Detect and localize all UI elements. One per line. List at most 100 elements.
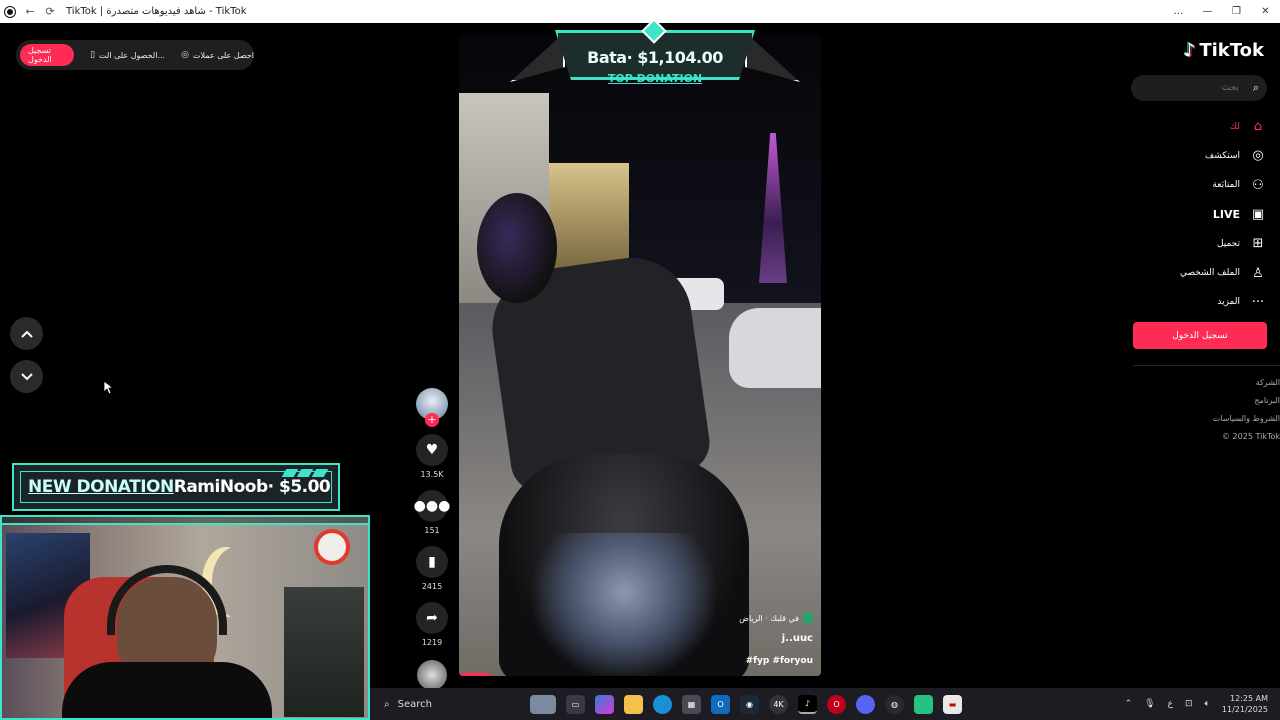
file-explorer-icon[interactable] [624,694,643,714]
top-donation-overlay: Bata· $1,104.00 TOP DONATION [510,18,800,90]
sidebar-item-label: استكشف [1204,150,1240,161]
profile-icon: ♙ [1252,265,1264,281]
volume-icon[interactable]: 🔈︎ [1204,699,1209,709]
get-app-button[interactable]: ▯ الحصول على الت... [90,50,165,60]
get-coins-label: احصل على عملات [192,50,254,60]
screen: ← ⟳ TikTok | شاهد فيديوهات متصدرة - TikT… [0,0,1280,720]
upload-icon: ⊞ [1252,236,1264,252]
sidebar-item-label: المزيد [1217,297,1240,308]
video-caption: في قلبك · الرياض j..uuc #fyp #foryou [739,613,813,666]
chevron-up-icon [20,330,33,338]
window-titlebar: ← ⟳ TikTok | شاهد فيديوهات متصدرة - TikT… [0,0,1280,23]
task-view-icon[interactable]: ▭ [566,694,585,714]
footer-link-terms[interactable]: الشروط والسياسات [1213,413,1280,431]
top-action-bar: تسجيل الدخول ▯ الحصول على الت... ◎ احصل … [16,40,254,70]
sidebar-divider [1133,365,1280,366]
more-icon: ··· [1251,294,1265,310]
clock-date: 11/21/2025 [1221,705,1268,714]
sidebar-item-more[interactable]: المزيد ··· [1217,288,1266,317]
sidebar-item-live[interactable]: LIVE ▣ [1213,200,1266,229]
edge-browser-icon[interactable] [653,694,672,714]
store-icon[interactable]: ▦ [682,694,701,714]
app-icon[interactable]: ▬ [943,694,962,714]
video-hashtags[interactable]: #fyp #foryou [739,656,813,666]
taskbar-apps: ▭ ▦ O ◉ 4K ♪ O ◍ ▬ [530,694,962,714]
new-donation-amount: RamiNoob· $5.00 [173,477,331,497]
next-video-button[interactable] [10,360,43,393]
follow-plus-icon[interactable]: + [425,413,439,427]
windows-taskbar: ⌕ Search ▭ ▦ O ◉ 4K ♪ O ◍ ▬ ⌃ 🎙︎ ع ⊡ 🔈︎ [370,688,1280,720]
search-input[interactable] [1148,83,1239,93]
like-count: 13.5K [420,470,444,479]
sidebar-menu: لك ⌂ استكشف ◎ المتابَعة ⚇ LIVE ▣ تحميل ⊞… [1180,112,1266,317]
obs-icon[interactable]: ◍ [885,694,904,714]
chevron-down-icon [20,372,33,380]
sidebar-signin-button[interactable]: تسجيل الدخول [1133,322,1267,349]
following-icon: ⚇ [1252,177,1264,193]
footer-link-company[interactable]: الشركة [1256,377,1280,395]
streamlabs-icon[interactable] [914,694,933,714]
more-menu-icon[interactable]: … [1164,0,1193,23]
share-count: 1219 [421,638,443,647]
no-smoking-sign [314,529,350,565]
location-tag[interactable]: في قلبك · الرياض [739,613,813,623]
4k-app-icon[interactable]: 4K [769,694,788,714]
language-indicator[interactable]: ع [1168,699,1173,709]
tiktok-app-icon [0,0,20,23]
home-icon: ⌂ [1253,119,1263,135]
tiktok-note-icon: ♪ [1183,40,1196,61]
sidebar-item-following[interactable]: المتابَعة ⚇ [1212,171,1266,200]
like-button[interactable]: ♥ [416,434,448,466]
video-player[interactable]: في قلبك · الرياض j..uuc #fyp #foryou [459,33,821,676]
share-button[interactable]: ➦ [416,602,448,634]
tiktok-logo[interactable]: ♪ TikTok [1184,40,1264,61]
weather-widget-icon[interactable] [530,694,556,714]
tiktok-taskbar-icon[interactable]: ♪ [798,694,817,714]
comment-button[interactable]: ●●● [413,490,451,522]
video-progress-bar[interactable] [459,673,489,676]
stripes-decoration [281,469,329,477]
minimize-icon[interactable]: — [1193,0,1222,23]
action-rail: + ♥ 13.5K ●●● 151 ▮ 2415 ➦ 1219 [414,388,450,690]
taskbar-search[interactable]: ⌕ Search [384,692,524,716]
tray-chevron-up-icon[interactable]: ⌃ [1125,699,1133,709]
opera-icon[interactable]: O [827,694,846,714]
restore-icon[interactable]: ❐ [1222,0,1251,23]
search-icon: ⌕ [384,698,390,710]
copyright-text: © 2025 TikTok [1222,432,1280,441]
taskbar-clock[interactable]: 12:25 AM 11/21/2025 [1222,693,1268,715]
sidebar-item-label: لك [1229,121,1240,132]
sidebar-item-explore[interactable]: استكشف ◎ [1205,141,1266,170]
clock-time: 12:25 AM [1230,694,1268,703]
system-tray: ⌃ 🎙︎ ع ⊡ 🔈︎ 12:25 AM 11/21/2025 [1125,688,1268,720]
location-text: في قلبك · الرياض [739,613,799,623]
sidebar-item-for-you[interactable]: لك ⌂ [1230,112,1266,141]
shelf [284,587,364,717]
close-icon[interactable]: ✕ [1251,0,1280,23]
get-coins-button[interactable]: ◎ احصل على عملات [181,50,254,60]
sidebar-item-profile[interactable]: الملف الشخصي ♙ [1180,258,1266,287]
network-icon[interactable]: ⊡ [1185,699,1193,709]
microphone-icon[interactable]: 🎙︎ [1144,699,1155,709]
comment-count: 151 [424,526,440,535]
new-donation-label: NEW DONATION [28,477,174,497]
login-button[interactable]: تسجيل الدخول [20,44,75,66]
search-bar: ⌕ [1131,75,1267,101]
mouse-cursor-icon [103,380,113,395]
outlook-icon[interactable]: O [711,694,730,714]
footer-link-program[interactable]: البرنامج [1254,395,1280,413]
reload-icon[interactable]: ⟳ [40,0,60,23]
music-disc-icon[interactable] [417,660,447,690]
search-icon[interactable]: ⌕ [1253,81,1259,95]
save-button[interactable]: ▮ [416,546,448,578]
logo-text: TikTok [1199,40,1264,61]
video-author[interactable]: j..uuc [739,633,813,644]
comment-icon: ●●● [413,498,451,514]
discord-icon[interactable] [856,694,875,714]
steam-icon[interactable]: ◉ [740,694,759,714]
back-icon[interactable]: ← [20,0,40,23]
previous-video-button[interactable] [10,317,43,350]
creator-avatar[interactable]: + [416,388,448,427]
copilot-icon[interactable] [595,694,614,714]
sidebar-item-upload[interactable]: تحميل ⊞ [1217,229,1266,258]
